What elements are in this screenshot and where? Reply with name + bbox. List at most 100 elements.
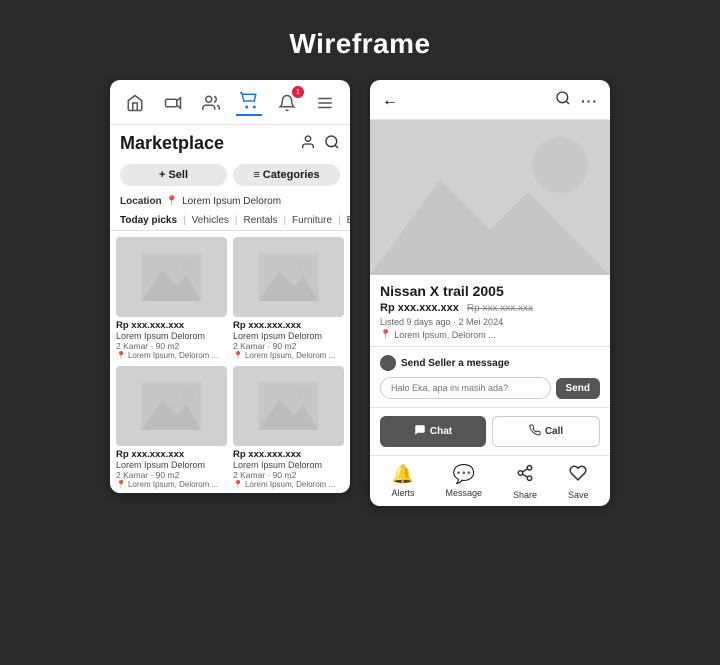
nav-menu-icon[interactable] [312, 90, 338, 116]
message-label: Send Seller a message [380, 355, 600, 371]
message-input[interactable] [380, 377, 551, 399]
location-value[interactable]: Lorem Ipsum Delorom [182, 196, 281, 207]
chat-icon [414, 424, 426, 439]
product-info: Rp xxx.xxx.xxx Lorem Ipsum Delorom 2 Kam… [233, 317, 344, 360]
product-name: Lorem Ipsum Delorom [233, 460, 344, 470]
save-heart-icon [569, 464, 587, 487]
marketplace-header-icons [300, 134, 340, 154]
product-image [116, 366, 227, 446]
message-label-bottom: Message [445, 488, 482, 498]
product-price: Rp xxx.xxx.xxx [116, 449, 227, 460]
location-dot-icon: 📍 [233, 351, 243, 360]
alerts-action[interactable]: 🔔 Alerts [391, 464, 414, 500]
location-pin-icon: 📍 [166, 196, 178, 207]
marketplace-title: Marketplace [120, 133, 224, 154]
product-card[interactable]: Rp xxx.xxx.xxx Lorem Ipsum Delorom 2 Kam… [233, 366, 344, 489]
product-price: Rp xxx.xxx.xxx [233, 320, 344, 331]
more-options-icon[interactable]: ··· [581, 93, 598, 109]
product-price: Rp xxx.xxx.xxx [116, 320, 227, 331]
message-input-row: Send [380, 377, 600, 399]
nav-bar: 1 [110, 80, 350, 125]
product-detail: 2 Kamar · 90 m2 [116, 470, 227, 480]
detail-hero-image [370, 120, 610, 275]
left-panel: 1 Marketplace + Sell ≡ Categories [110, 80, 350, 493]
product-image [233, 366, 344, 446]
product-price: Rp xxx.xxx.xxx [233, 449, 344, 460]
product-card[interactable]: Rp xxx.xxx.xxx Lorem Ipsum Delorom 2 Kam… [233, 237, 344, 360]
chat-call-row: Chat Call [370, 408, 610, 456]
product-card[interactable]: Rp xxx.xxx.xxx Lorem Ipsum Delorom 2 Kam… [116, 366, 227, 489]
product-name: Lorem Ipsum Delorom [116, 331, 227, 341]
share-icon [516, 464, 534, 487]
seller-icon [380, 355, 396, 371]
detail-product-name: Nissan X trail 2005 [380, 283, 600, 299]
product-image [233, 237, 344, 317]
location-bar: Location 📍 Lorem Ipsum Delorom [110, 192, 350, 211]
product-card[interactable]: Rp xxx.xxx.xxx Lorem Ipsum Delorom 2 Kam… [116, 237, 227, 360]
product-location: 📍 Lorem Ipsum, Delorom ... [116, 480, 227, 489]
tab-rentals[interactable]: Rentals [244, 215, 278, 226]
save-action[interactable]: Save [568, 464, 589, 500]
right-panel: ← ··· Nissan X trail 2005 Rp xxx.xxx.xxx… [370, 80, 610, 506]
product-detail: 2 Kamar · 90 m2 [116, 341, 227, 351]
nav-video-icon[interactable] [160, 90, 186, 116]
back-icon[interactable]: ← [382, 92, 398, 110]
product-name: Lorem Ipsum Delorom [116, 460, 227, 470]
tab-furniture[interactable]: Furniture [292, 215, 332, 226]
detail-location: 📍 Lorem Ipsum, Delorom ... [380, 329, 600, 340]
phone-icon [529, 424, 541, 439]
tab-more[interactable]: E [347, 215, 350, 226]
tab-vehicles[interactable]: Vehicles [192, 215, 229, 226]
product-location: 📍 Lorem Ipsum, Delorom ... [116, 351, 227, 360]
location-label: Location [120, 196, 162, 207]
product-image [116, 237, 227, 317]
detail-old-price: Rp xxx.xxx.xxx [467, 303, 533, 314]
notification-badge: 1 [292, 86, 304, 98]
profile-icon[interactable] [300, 134, 316, 154]
sell-button[interactable]: + Sell [120, 164, 227, 186]
location-pin-icon: 📍 [380, 329, 391, 340]
page-title: Wireframe [289, 28, 430, 60]
message-section: Send Seller a message Send [370, 347, 610, 408]
product-detail: 2 Kamar · 90 m2 [233, 470, 344, 480]
share-action[interactable]: Share [513, 464, 537, 500]
product-grid: Rp xxx.xxx.xxx Lorem Ipsum Delorom 2 Kam… [110, 231, 350, 493]
detail-price-row: Rp xxx.xxx.xxx Rp xxx.xxx.xxx [380, 302, 600, 314]
location-dot-icon: 📍 [116, 351, 126, 360]
product-info: Rp xxx.xxx.xxx Lorem Ipsum Delorom 2 Kam… [116, 317, 227, 360]
call-button[interactable]: Call [492, 416, 600, 447]
share-label: Share [513, 490, 537, 500]
detail-info: Nissan X trail 2005 Rp xxx.xxx.xxx Rp xx… [370, 275, 610, 347]
detail-listed: Listed 9 days ago · 2 Mei 2024 [380, 317, 600, 327]
location-dot-icon: 📍 [233, 480, 243, 489]
nav-notification-icon[interactable]: 1 [274, 90, 300, 116]
alerts-label: Alerts [391, 488, 414, 498]
search-icon[interactable] [324, 134, 340, 154]
action-buttons: + Sell ≡ Categories [110, 160, 350, 192]
tab-today-picks[interactable]: Today picks [120, 215, 177, 226]
save-label: Save [568, 490, 589, 500]
product-location: 📍 Lorem Ipsum, Delorom ... [233, 480, 344, 489]
nav-marketplace-icon[interactable] [236, 90, 262, 116]
product-detail: 2 Kamar · 90 m2 [233, 341, 344, 351]
tabs-bar: Today picks | Vehicles | Rentals | Furni… [110, 211, 350, 231]
marketplace-header: Marketplace [110, 125, 350, 160]
wireframes-container: 1 Marketplace + Sell ≡ Categories [0, 80, 720, 506]
location-dot-icon: 📍 [116, 480, 126, 489]
product-info: Rp xxx.xxx.xxx Lorem Ipsum Delorom 2 Kam… [116, 446, 227, 489]
product-name: Lorem Ipsum Delorom [233, 331, 344, 341]
categories-button[interactable]: ≡ Categories [233, 164, 340, 186]
detail-header: ← ··· [370, 80, 610, 120]
nav-people-icon[interactable] [198, 90, 224, 116]
product-info: Rp xxx.xxx.xxx Lorem Ipsum Delorom 2 Kam… [233, 446, 344, 489]
product-location: 📍 Lorem Ipsum, Delorom ... [233, 351, 344, 360]
chat-button[interactable]: Chat [380, 416, 486, 447]
search-icon[interactable] [555, 90, 571, 111]
nav-home-icon[interactable] [122, 90, 148, 116]
message-icon: 💬 [453, 464, 475, 485]
alerts-icon: 🔔 [392, 464, 414, 485]
message-action[interactable]: 💬 Message [445, 464, 482, 500]
bottom-actions: 🔔 Alerts 💬 Message Share Save [370, 456, 610, 506]
send-button[interactable]: Send [556, 378, 600, 399]
detail-price: Rp xxx.xxx.xxx [380, 302, 459, 314]
